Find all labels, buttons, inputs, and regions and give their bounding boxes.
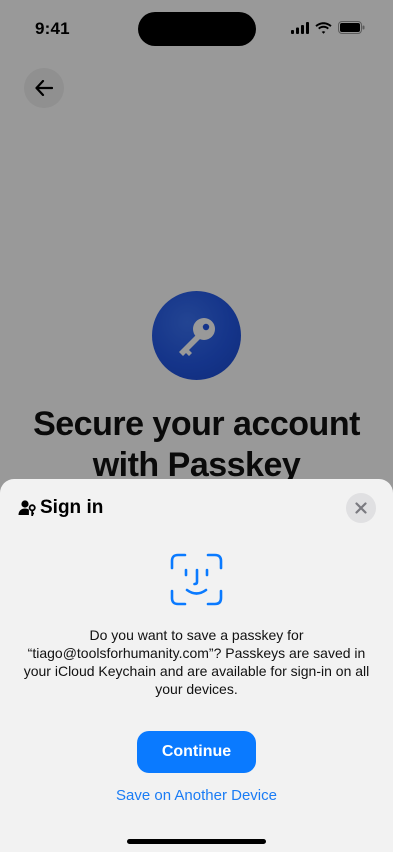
continue-button[interactable]: Continue [137, 731, 256, 773]
sign-in-sheet: Sign in Do you want to save a passkey fo… [0, 479, 393, 852]
sheet-header: Sign in [18, 497, 103, 519]
person-key-icon [18, 500, 36, 516]
passkey-message: Do you want to save a passkey for “tiago… [23, 627, 370, 697]
home-indicator [127, 839, 266, 844]
close-icon [355, 502, 367, 514]
save-on-another-device-link[interactable]: Save on Another Device [0, 787, 393, 804]
face-id-icon [170, 553, 223, 606]
close-button[interactable] [346, 493, 376, 523]
sheet-title: Sign in [40, 497, 104, 518]
